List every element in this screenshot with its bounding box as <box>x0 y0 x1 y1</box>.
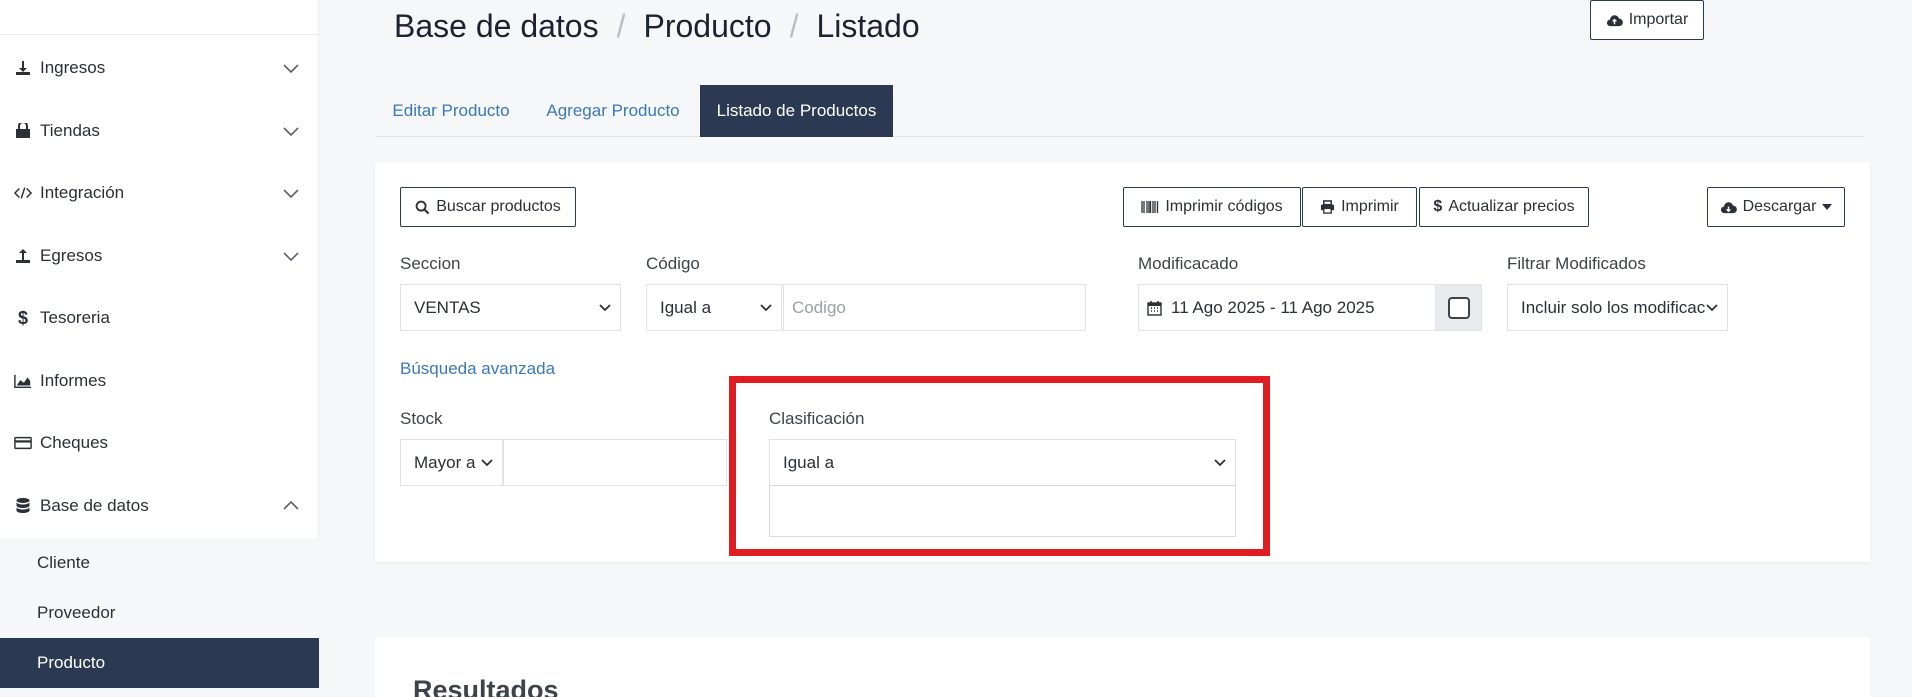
sidebar-item-cheques[interactable]: Cheques <box>0 412 319 474</box>
chevron-down-icon <box>1706 304 1718 312</box>
update-prices-label: Actualizar precios <box>1448 198 1575 215</box>
database-icon <box>14 497 32 515</box>
dollar-icon: $ <box>1433 198 1443 215</box>
tab-listado-productos[interactable]: Listado de Productos <box>700 85 893 137</box>
calendar-icon <box>1147 300 1162 316</box>
chevron-down-icon <box>283 127 299 137</box>
upload-icon <box>14 248 32 264</box>
codigo-placeholder: Codigo <box>792 297 846 317</box>
sidebar-item-label: Tiendas <box>40 121 100 140</box>
sidebar-subitem-proveedor[interactable]: Proveedor <box>0 588 319 638</box>
sidebar-item-label: Base de datos <box>40 496 149 515</box>
results-title: Resultados <box>413 675 559 697</box>
sidebar-item-label: Cheques <box>40 433 109 452</box>
sidebar-item-integracion[interactable]: Integración <box>0 162 319 224</box>
advanced-search-link[interactable]: Búsqueda avanzada <box>400 359 555 379</box>
sidebar-item-informes[interactable]: Informes <box>0 350 319 412</box>
download-label: Descargar <box>1742 198 1817 215</box>
sidebar-subitem-cliente[interactable]: Cliente <box>0 538 319 588</box>
cloud-download-icon <box>1720 201 1737 213</box>
chart-area-icon <box>14 373 32 389</box>
sidebar-item-egresos[interactable]: Egresos <box>0 225 319 287</box>
breadcrumb-item[interactable]: Base de datos <box>394 8 599 45</box>
tab-bar: Editar Producto Agregar Producto Listado… <box>376 85 1864 137</box>
breadcrumb-current: Listado <box>816 8 920 44</box>
credit-card-icon <box>14 435 32 451</box>
update-prices-button[interactable]: $ Actualizar precios <box>1419 187 1589 227</box>
modificado-label: Modificacado <box>1138 254 1239 273</box>
sidebar-item-label: Egresos <box>40 246 103 265</box>
search-icon <box>415 200 430 214</box>
sidebar-divider <box>0 34 319 35</box>
stock-label: Stock <box>400 409 443 428</box>
breadcrumb-item[interactable]: Producto <box>643 8 771 45</box>
sidebar-item-label: Tesoreria <box>40 308 110 327</box>
download-dropdown-button[interactable]: Descargar <box>1707 187 1845 227</box>
download-icon <box>14 60 32 76</box>
chevron-down-icon <box>283 252 299 262</box>
sidebar: Ingresos Tiendas Integración Egresos $ T… <box>0 0 319 697</box>
breadcrumb-separator: / <box>789 8 799 44</box>
sidebar-submenu: Cliente Proveedor Producto <box>0 538 319 697</box>
sidebar-item-tesoreria[interactable]: $ Tesoreria <box>0 287 319 349</box>
sidebar-item-tiendas[interactable]: Tiendas <box>0 100 319 162</box>
codigo-operator-value: Igual a <box>660 297 712 317</box>
modificado-date-range[interactable]: 11 Ago 2025 - 11 Ago 2025 <box>1138 284 1436 331</box>
code-icon <box>14 185 32 201</box>
sidebar-item-label: Informes <box>40 371 107 390</box>
results-card: Resultados <box>375 637 1870 697</box>
modificado-checkbox[interactable] <box>1435 284 1482 331</box>
store-icon <box>14 123 32 139</box>
seccion-value: VENTAS <box>414 297 481 317</box>
barcode-icon <box>1141 201 1159 213</box>
codigo-input[interactable]: Codigo <box>783 284 1086 331</box>
print-label: Imprimir <box>1341 198 1399 215</box>
highlight-box <box>729 376 1270 556</box>
seccion-label: Seccion <box>400 254 461 273</box>
chevron-down-icon <box>599 304 611 312</box>
codigo-operator-select[interactable]: Igual a <box>646 284 782 331</box>
filtrar-modificados-value: Incluir solo los modificac <box>1521 297 1706 317</box>
sidebar-subitem-producto[interactable]: Producto <box>0 638 319 688</box>
sidebar-item-base-de-datos[interactable]: Base de datos <box>0 475 319 537</box>
chevron-up-icon <box>283 500 299 510</box>
filtrar-modificados-label: Filtrar Modificados <box>1507 254 1646 273</box>
stock-operator-value: Mayor a <box>414 452 476 472</box>
checkbox-box <box>1447 296 1470 319</box>
caret-down-icon <box>1822 204 1833 210</box>
codigo-label: Código <box>646 254 700 273</box>
print-codes-button[interactable]: Imprimir códigos <box>1123 187 1301 227</box>
cloud-upload-icon <box>1606 14 1623 26</box>
search-products-button[interactable]: Buscar productos <box>400 187 576 227</box>
modificado-range-value: 11 Ago 2025 - 11 Ago 2025 <box>1171 297 1375 317</box>
print-icon <box>1321 200 1335 214</box>
search-products-label: Buscar productos <box>436 198 561 215</box>
chevron-down-icon <box>481 459 493 467</box>
chevron-down-icon <box>283 189 299 199</box>
sidebar-item-label: Integración <box>40 183 125 202</box>
breadcrumb: Base de datos / Producto / Listado <box>394 8 920 45</box>
dollar-icon: $ <box>17 307 28 328</box>
stock-value-input[interactable] <box>503 439 727 486</box>
import-button[interactable]: Importar <box>1590 0 1704 40</box>
breadcrumb-separator: / <box>616 8 626 44</box>
tab-agregar-producto[interactable]: Agregar Producto <box>526 85 700 137</box>
print-button[interactable]: Imprimir <box>1302 187 1417 227</box>
import-label: Importar <box>1628 11 1689 28</box>
tab-editar-producto[interactable]: Editar Producto <box>376 85 526 137</box>
sidebar-item-label: Ingresos <box>40 58 106 77</box>
print-codes-label: Imprimir códigos <box>1165 198 1283 215</box>
chevron-down-icon <box>283 64 299 74</box>
filtrar-modificados-select[interactable]: Incluir solo los modificac <box>1507 284 1728 331</box>
stock-operator-select[interactable]: Mayor a <box>400 439 503 486</box>
sidebar-item-ingresos[interactable]: Ingresos <box>0 37 319 99</box>
seccion-select[interactable]: VENTAS <box>400 284 621 331</box>
chevron-down-icon <box>760 304 772 312</box>
